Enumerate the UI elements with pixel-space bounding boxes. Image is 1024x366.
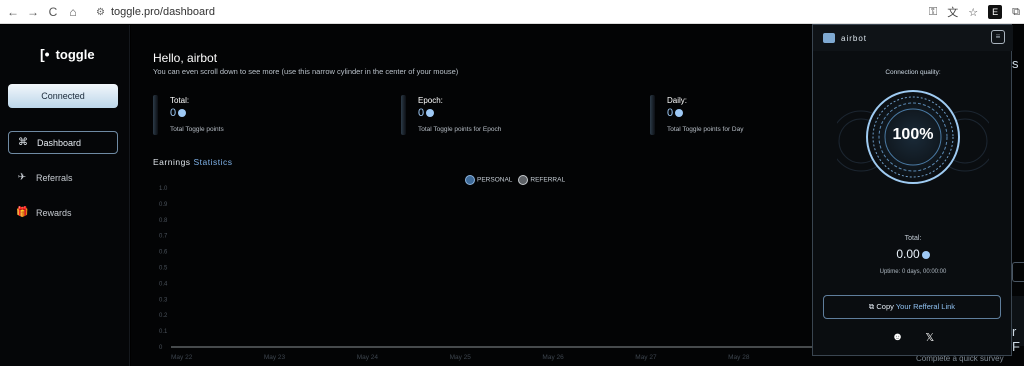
sidebar-item-referrals[interactable]: ✈ Referrals — [8, 166, 118, 189]
y-tick-label: 0.4 — [159, 281, 168, 287]
dashboard-icon: ⌘ — [18, 137, 28, 148]
x-tick-label: May 27 — [635, 354, 657, 361]
extension-icon[interactable]: E — [988, 5, 1003, 19]
social-links: ☻ 𝕏 — [813, 331, 1013, 344]
address-bar[interactable]: ⚙ toggle.pro/dashboard — [96, 6, 215, 18]
logo-mark-icon: [• — [40, 46, 50, 62]
uptime-text: Uptime: 0 days, 00:00:00 — [879, 269, 947, 275]
x-tick-label: May 26 — [542, 354, 564, 361]
edge-text-f: r F — [1012, 324, 1020, 354]
copy-prefix: Copy — [876, 302, 894, 311]
sidebar: [• toggle Connected ⌘ Dashboard ✈ Referr… — [0, 25, 130, 366]
x-tick-label: May 24 — [357, 354, 379, 361]
connected-button[interactable]: Connected — [8, 84, 118, 108]
back-button[interactable]: ← — [6, 5, 20, 19]
bookmark-star-icon[interactable]: ☆ — [968, 6, 978, 19]
x-tick-label: May 22 — [171, 354, 193, 361]
popup-user-name: airbot — [841, 33, 868, 43]
y-tick-label: 0 — [159, 345, 163, 351]
coin-icon — [921, 250, 930, 259]
popup-header: airbot — [813, 25, 1013, 51]
extensions-puzzle-icon[interactable]: ⧉ — [1012, 6, 1020, 19]
logo[interactable]: [• toggle — [40, 46, 95, 62]
password-key-icon[interactable]: ⚿ — [929, 6, 937, 19]
x-tick-label: May 25 — [450, 354, 472, 361]
site-info-icon[interactable]: ⚙ — [96, 7, 105, 18]
discord-icon[interactable]: ☻ — [892, 331, 904, 344]
home-button[interactable]: ⌂ — [66, 5, 80, 19]
folder-icon — [823, 33, 835, 43]
gift-icon: 🎁 — [16, 207, 29, 218]
popup-total-label: Total: — [904, 235, 922, 242]
rocket-icon: ✈ — [17, 172, 27, 183]
y-tick-label: 0.6 — [159, 250, 168, 256]
connection-quality-label: Connection quality: — [885, 69, 941, 76]
extension-popup: airbot ≡ Connection quality: 100% Total:… — [812, 24, 1013, 356]
sidebar-item-label: Referrals — [36, 172, 73, 183]
reload-button[interactable]: C — [46, 5, 60, 19]
browser-toolbar: ← → C ⌂ ⚙ toggle.pro/dashboard ⚿ 文 ☆ E ⧉ — [0, 0, 1024, 24]
forward-button[interactable]: → — [26, 5, 40, 19]
connection-percent: 100% — [892, 126, 934, 143]
y-tick-label: 0.3 — [159, 297, 168, 303]
translate-icon[interactable]: 文 — [947, 4, 958, 20]
copy-link-text: Your Refferal Link — [895, 302, 956, 311]
edge-panel — [1012, 262, 1024, 282]
sidebar-item-label: Rewards — [36, 207, 72, 218]
copy-referral-button[interactable]: ⧉ Copy Your Refferal Link — [823, 295, 1001, 319]
menu-button[interactable]: ≡ — [991, 30, 1005, 44]
y-tick-label: 0.2 — [159, 313, 168, 319]
sidebar-item-rewards[interactable]: 🎁 Rewards — [8, 201, 118, 224]
browser-actions: ⚿ 文 ☆ E ⧉ — [929, 4, 1020, 20]
sidebar-item-dashboard[interactable]: ⌘ Dashboard — [8, 131, 118, 154]
y-tick-label: 0.5 — [159, 266, 168, 272]
y-tick-label: 0.1 — [159, 329, 168, 335]
x-tick-label: May 23 — [264, 354, 286, 361]
y-tick-label: 0.7 — [159, 234, 168, 240]
sidebar-item-label: Dashboard — [37, 137, 82, 148]
x-tick-label: May 28 — [728, 354, 750, 361]
address-text: toggle.pro/dashboard — [110, 5, 215, 18]
x-twitter-icon[interactable]: 𝕏 — [925, 331, 934, 344]
logo-text: toggle — [55, 46, 95, 62]
copy-icon: ⧉ — [868, 302, 875, 311]
y-tick-label: 1.0 — [159, 186, 168, 192]
y-tick-label: 0.8 — [159, 218, 168, 224]
popup-total-number: 0.00 — [896, 247, 920, 261]
popup-total-value: 0.00 — [813, 247, 1013, 261]
y-tick-label: 0.9 — [159, 202, 168, 208]
